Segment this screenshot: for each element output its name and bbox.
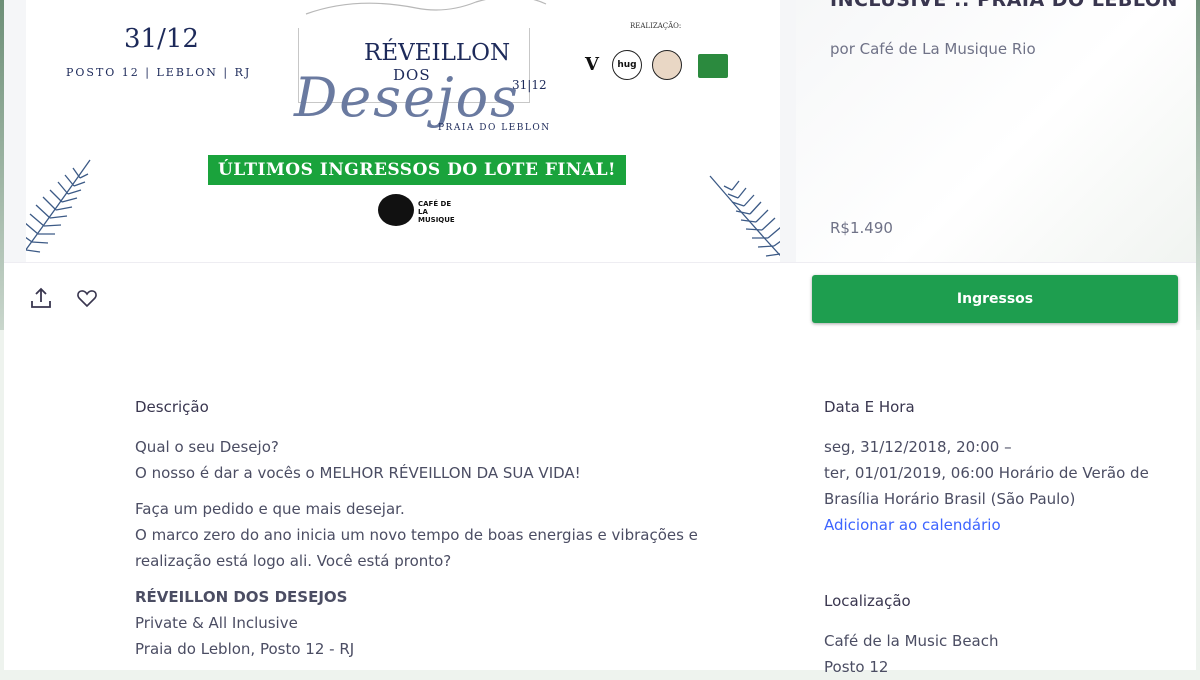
event-card: 31/12 POSTO 12 | LEBLON | RJ RÉVEILLON D… [4,0,1196,676]
description-private: Private & All Inclusive [135,614,298,632]
info-sidebar: Data E Hora seg, 31/12/2018, 20:00 – ter… [824,394,1184,680]
tickets-button[interactable]: Ingressos [812,275,1178,323]
description-line: O nosso é dar a vocês o MELHOR RÉVEILLON… [135,464,581,482]
description-line: O marco zero do ano inicia um novo tempo… [135,526,698,544]
datetime-line-2: ter, 01/01/2019, 06:00 Horário de Verão … [824,464,1149,482]
partner-logo-hug-icon: hug [612,50,642,80]
description-line: Faça um pedido e que mais desejar. [135,500,405,518]
banner-place: POSTO 12 | LEBLON | RJ [66,66,252,79]
description-place: Praia do Leblon, Posto 12 - RJ [135,640,355,658]
description-event-name: RÉVEILLON DOS DESEJOS [135,588,348,606]
banner-date: 31/12 [124,24,199,54]
description-line: Qual o seu Desejo? [135,438,279,456]
action-bar: Ingressos [4,262,1196,336]
like-button[interactable] [74,285,100,311]
event-organizer[interactable]: por Café de La Musique Rio [830,40,1036,58]
hero: 31/12 POSTO 12 | LEBLON | RJ RÉVEILLON D… [4,0,796,262]
datetime-line-3: Brasília Horário Brasil (São Paulo) [824,490,1076,508]
event-summary-panel: INCLUSIVE :: PRAIA DO LEBLON por Café de… [796,0,1196,262]
heart-icon [77,290,97,308]
cafe-de-la-musique-logo-icon [378,194,414,226]
banner-title-main: RÉVEILLON [364,40,511,66]
event-banner: 31/12 POSTO 12 | LEBLON | RJ RÉVEILLON D… [26,0,780,262]
palm-leaf-left-icon [26,159,91,253]
location-line-2: Posto 12 [824,658,889,676]
palm-leaf-right-icon [709,175,780,257]
location-heading: Localização [824,592,911,610]
share-icon [31,287,51,308]
event-title: INCLUSIVE :: PRAIA DO LEBLON [830,0,1178,11]
banner-title-script: Desejos [294,66,520,129]
event-details: Descrição Qual o seu Desejo? O nosso é d… [4,334,1196,676]
description-paragraph-1: Qual o seu Desejo? O nosso é dar a vocês… [135,434,735,486]
description-paragraph-2: Faça um pedido e que mais desejar. O mar… [135,496,735,574]
datetime-heading: Data E Hora [824,398,915,416]
last-tickets-banner: ÚLTIMOS INGRESSOS DO LOTE FINAL! [208,155,626,185]
cafe-de-la-musique-logo-text: CAFÉ DE LA MUSIQUE [418,200,455,224]
datetime-line-1: seg, 31/12/2018, 20:00 – [824,438,1012,456]
event-price: R$1.490 [830,219,893,237]
partner-logo-face-icon [652,50,682,80]
description-section: Descrição Qual o seu Desejo? O nosso é d… [135,394,735,662]
description-line: realização está logo ali. Você está pron… [135,552,452,570]
banner-title-date: 31|12 [512,78,547,92]
share-button[interactable] [28,285,54,311]
add-to-calendar-link[interactable]: Adicionar ao calendário [824,512,1184,538]
location-line-1: Café de la Music Beach [824,632,999,650]
realizacao-label: REALIZAÇÃO: [630,22,682,30]
description-heading: Descrição [135,398,209,416]
decorative-swirl-icon [305,0,547,15]
partner-logo-v-icon: V [585,53,599,75]
partner-logo-box-icon [698,54,728,78]
banner-title-sub: PRAIA DO LEBLON [438,123,551,133]
